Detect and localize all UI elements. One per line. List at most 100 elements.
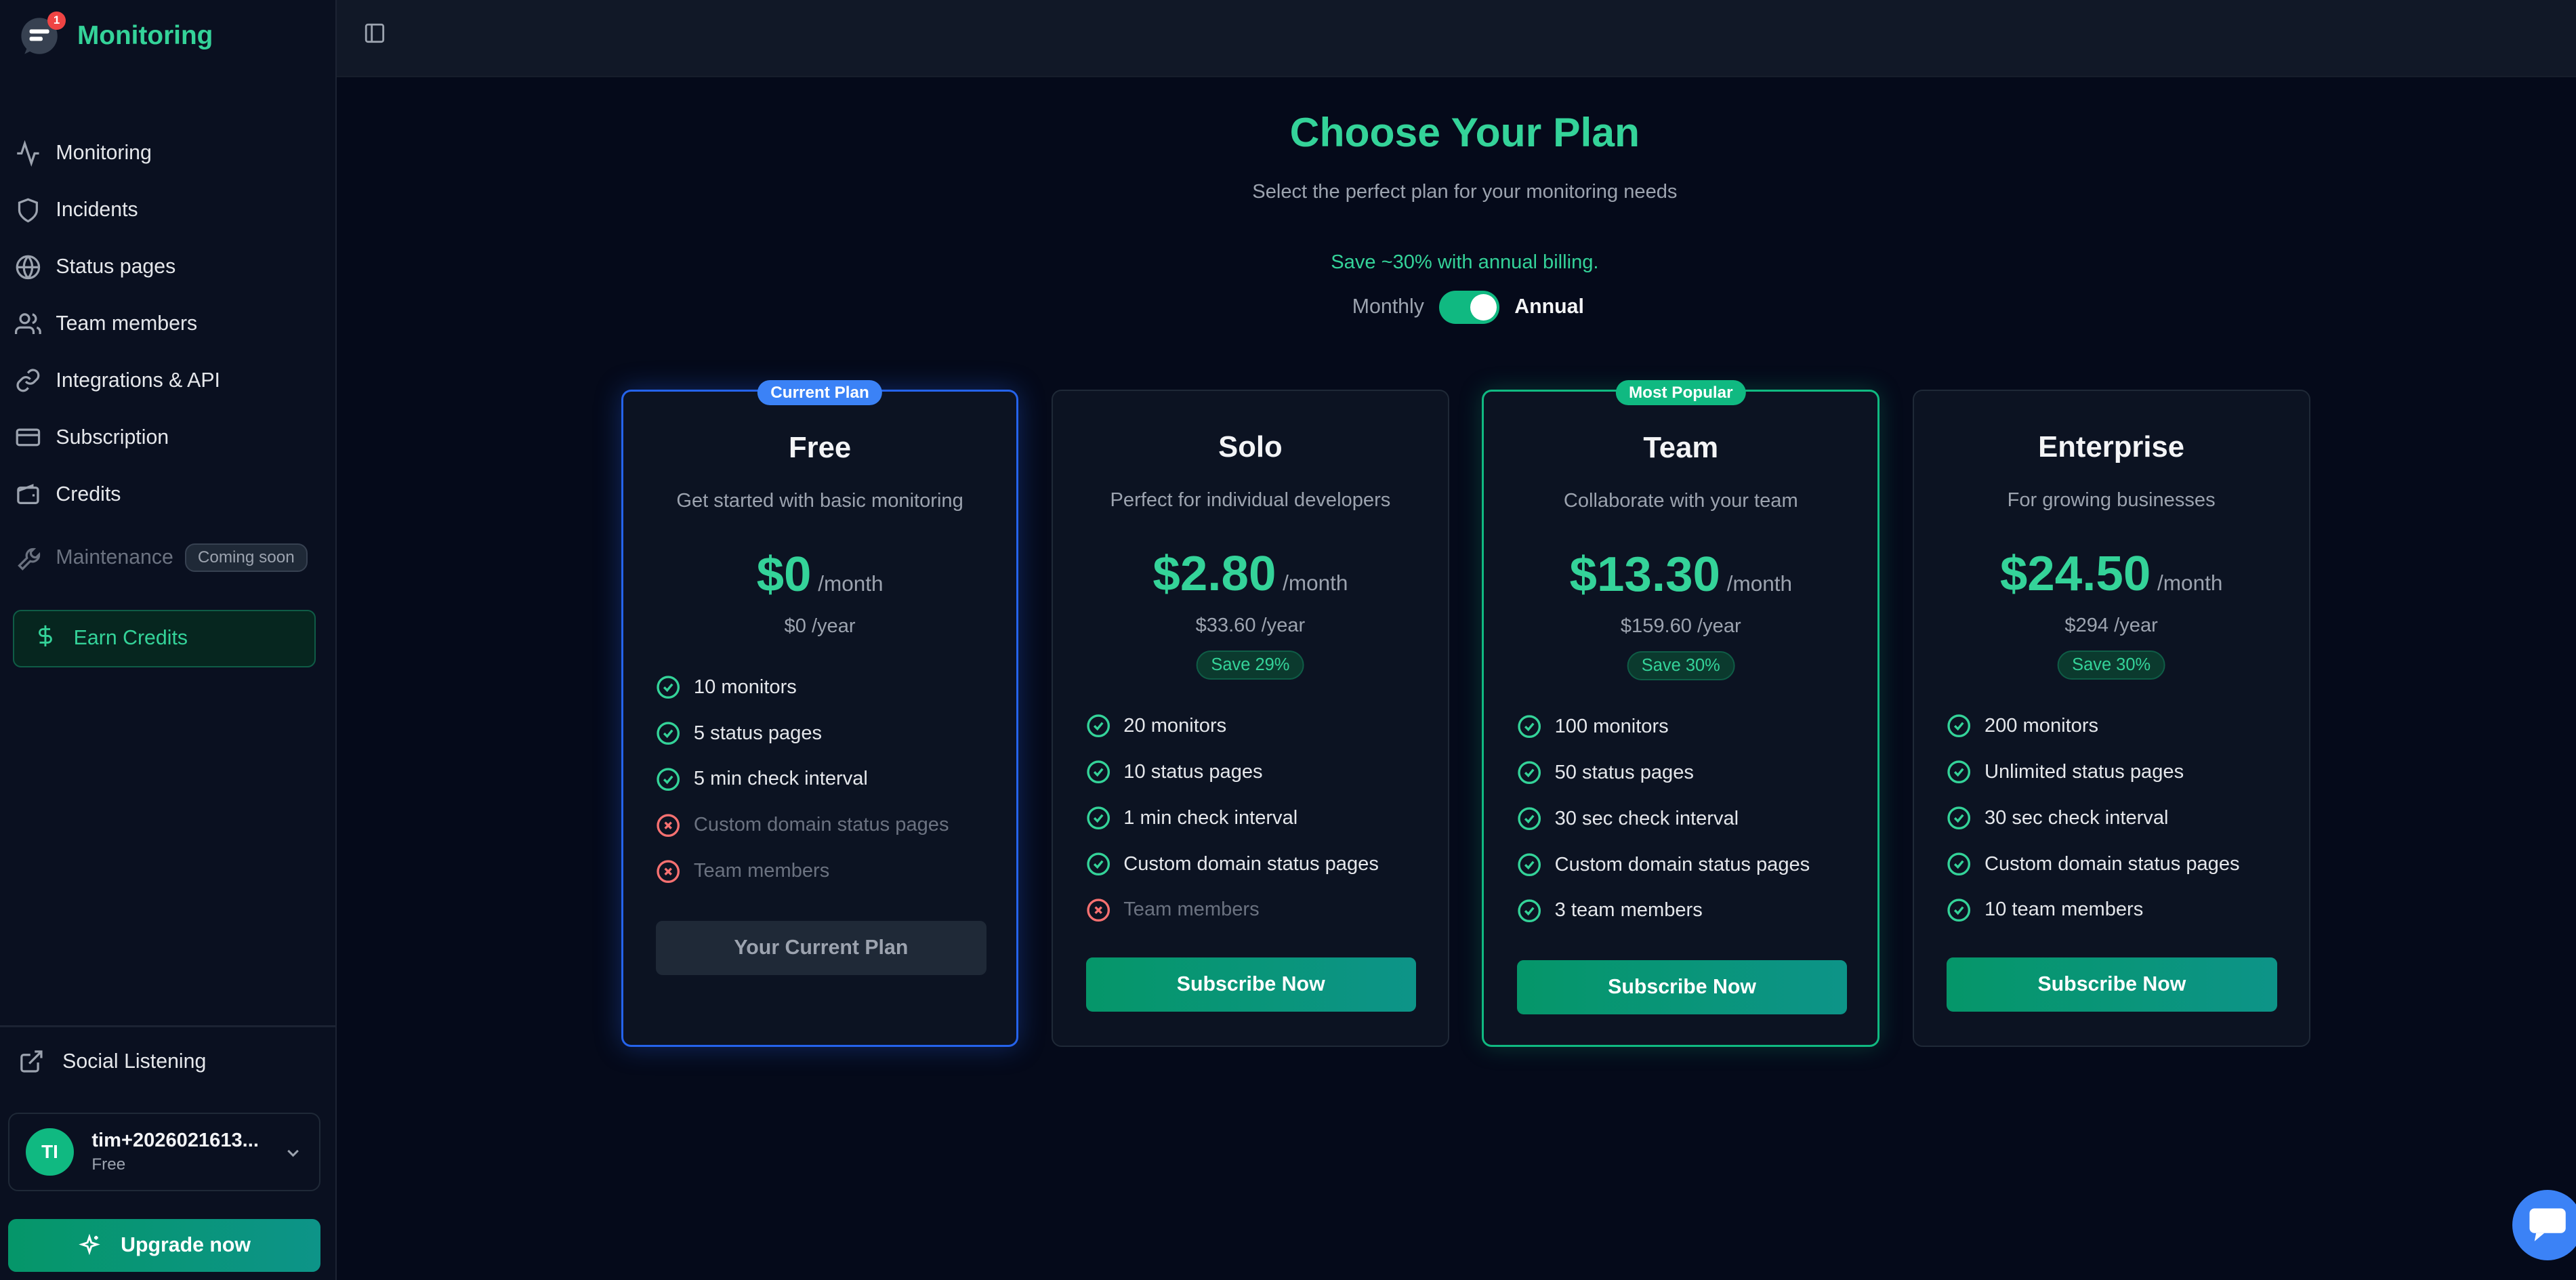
sparkles-icon: [78, 1234, 101, 1257]
page-title: Choose Your Plan: [1289, 109, 1640, 156]
subscribe-team-button[interactable]: Subscribe Now: [1516, 959, 1848, 1014]
main-content: Choose Your Plan Select the perfect plan…: [337, 0, 2576, 1280]
sidebar-item-label: Credits: [56, 482, 121, 505]
feature-item: 100 monitors: [1517, 703, 1861, 749]
top-bar: [337, 0, 2576, 77]
plan-period: /month: [1283, 570, 1348, 595]
plan-yearly-price: $33.60 /year: [1195, 614, 1306, 636]
sidebar-item-team-members[interactable]: Team members: [0, 295, 337, 352]
external-link-icon: [18, 1048, 45, 1075]
feature-item: Team members: [656, 848, 1000, 894]
check-circle-icon: [656, 675, 680, 699]
user-name: tim+2026021613...: [91, 1129, 259, 1151]
plan-description: Get started with basic monitoring: [676, 490, 963, 512]
user-menu[interactable]: TI tim+2026021613... Free: [8, 1112, 320, 1192]
feature-item: 10 status pages: [1086, 749, 1432, 795]
sidebar-item-subscription[interactable]: Subscription: [0, 409, 337, 466]
feature-item: Custom domain status pages: [1947, 841, 2292, 887]
feature-item: 5 min check interval: [656, 756, 1000, 802]
sidebar-item-integrations[interactable]: Integrations & API: [0, 352, 337, 409]
billing-toggle: Monthly Annual: [1352, 291, 1584, 324]
plan-card-enterprise: Enterprise For growing businesses $24.50…: [1912, 389, 2310, 1047]
chat-widget-button[interactable]: [2512, 1189, 2576, 1260]
current-plan-button[interactable]: Your Current Plan: [656, 920, 986, 975]
earn-credits-label: Earn Credits: [73, 627, 188, 650]
x-circle-icon: [656, 813, 680, 838]
chat-logo-icon: 1: [20, 11, 66, 56]
social-listening-link[interactable]: Social Listening: [18, 1048, 206, 1075]
plan-name: Solo: [1218, 430, 1283, 463]
plan-name: Enterprise: [2038, 430, 2185, 463]
globe-icon: [13, 252, 43, 282]
feature-item: 3 team members: [1517, 888, 1861, 934]
feature-list: 10 monitors 5 status pages 5 min check i…: [656, 664, 1000, 894]
plan-description: Collaborate with your team: [1563, 490, 1798, 512]
subscribe-solo-button[interactable]: Subscribe Now: [1085, 957, 1416, 1012]
avatar: TI: [26, 1128, 74, 1176]
feature-item: 5 status pages: [656, 710, 1000, 756]
subscribe-enterprise-button[interactable]: Subscribe Now: [1947, 957, 2277, 1012]
sidebar-item-credits[interactable]: Credits: [0, 466, 337, 523]
plan-card-solo: Solo Perfect for individual developers $…: [1052, 389, 1449, 1047]
check-circle-icon: [1086, 714, 1110, 738]
feature-item: 1 min check interval: [1086, 795, 1432, 841]
credit-card-icon: [13, 423, 43, 453]
plan-card-team: Most Popular Team Collaborate with your …: [1482, 379, 1880, 1047]
feature-item: Team members: [1086, 887, 1432, 933]
switch-knob: [1470, 294, 1497, 321]
billing-switch[interactable]: [1438, 291, 1500, 324]
check-circle-icon: [656, 767, 680, 791]
sidebar-item-maintenance: Maintenance Coming soon: [0, 529, 337, 586]
x-circle-icon: [1086, 898, 1110, 922]
upgrade-button[interactable]: Upgrade now: [8, 1219, 320, 1272]
check-circle-icon: [1517, 714, 1541, 739]
feature-item: 20 monitors: [1086, 703, 1432, 749]
app-name: Monitoring: [77, 21, 213, 51]
wrench-icon: [13, 543, 43, 573]
sidebar-item-label: Incidents: [56, 199, 138, 222]
most-popular-tag: Most Popular: [1615, 379, 1746, 406]
feature-item: 50 status pages: [1517, 749, 1861, 796]
feature-item: 30 sec check interval: [1947, 795, 2292, 841]
sidebar-item-status-pages[interactable]: Status pages: [0, 239, 337, 295]
feature-item: 200 monitors: [1947, 703, 2292, 749]
check-circle-icon: [1517, 899, 1541, 923]
plan-yearly-price: $0 /year: [784, 615, 856, 637]
shield-icon: [13, 195, 43, 225]
user-plan: Free: [91, 1155, 126, 1174]
notification-badge: 1: [47, 11, 66, 30]
x-circle-icon: [656, 859, 680, 884]
plan-price: $0: [756, 546, 812, 602]
plan-card-free: Current Plan Free Get started with basic…: [621, 379, 1019, 1047]
coming-soon-badge: Coming soon: [184, 543, 308, 572]
monthly-label[interactable]: Monthly: [1352, 295, 1424, 318]
feature-list: 20 monitors 10 status pages 1 min check …: [1086, 703, 1432, 932]
earn-credits-button[interactable]: Earn Credits: [13, 609, 316, 667]
plan-yearly-price: $159.60 /year: [1620, 615, 1741, 637]
feature-item: 10 monitors: [656, 664, 1000, 710]
sidebar-item-incidents[interactable]: Incidents: [0, 182, 337, 239]
brand[interactable]: 1 Monitoring: [20, 11, 213, 56]
sidebar-item-label: Monitoring: [56, 142, 152, 165]
feature-item: Unlimited status pages: [1947, 749, 2292, 795]
plan-name: Team: [1643, 430, 1719, 464]
check-circle-icon: [1947, 714, 1971, 738]
sidebar-item-label: Subscription: [56, 426, 169, 449]
check-circle-icon: [1517, 760, 1541, 785]
link-icon: [13, 366, 43, 396]
check-circle-icon: [656, 721, 680, 745]
plan-price: $2.80: [1152, 545, 1276, 601]
sidebar-toggle-icon[interactable]: [363, 22, 386, 45]
wallet-icon: [13, 480, 43, 510]
feature-list: 200 monitors Unlimited status pages 30 s…: [1947, 703, 2292, 932]
annual-savings-note: Save ~30% with annual billing.: [1331, 251, 1599, 274]
plan-period: /month: [2157, 570, 2223, 595]
feature-item: Custom domain status pages: [1086, 841, 1432, 887]
sidebar-item-label: Status pages: [56, 255, 176, 278]
plan-description: For growing businesses: [2007, 489, 2216, 512]
check-circle-icon: [1086, 852, 1110, 876]
annual-label[interactable]: Annual: [1514, 295, 1584, 318]
plan-period: /month: [1726, 571, 1793, 596]
sidebar-item-monitoring[interactable]: Monitoring: [0, 125, 337, 182]
sidebar-item-label: Team members: [56, 312, 198, 335]
